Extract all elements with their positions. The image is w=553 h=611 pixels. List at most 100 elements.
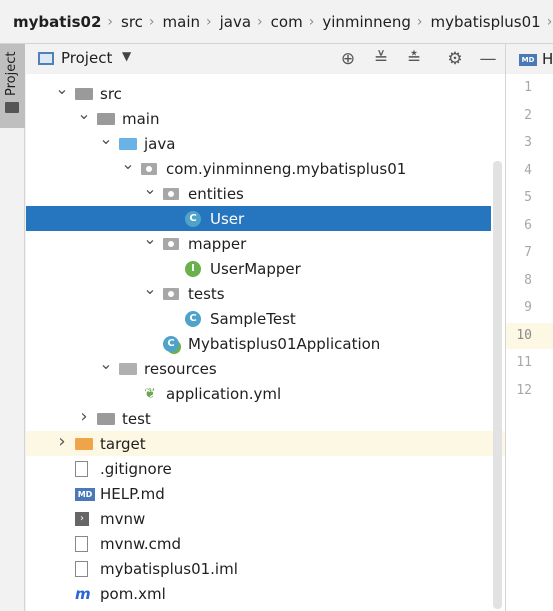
tree-row[interactable]: mybatisplus01.iml <box>26 556 491 581</box>
chevron-down-icon[interactable]: ⌄ <box>55 79 69 98</box>
tree-row[interactable]: ⌄ resources <box>26 354 491 381</box>
project-panel: Project ▼ ⊕ ≚ ≛ ⚙ — ⌄ src ⌄ main ⌄ java ⌄ com.y… <box>26 44 505 611</box>
tree-row[interactable]: C User <box>26 206 491 231</box>
resources-folder-icon <box>119 363 137 375</box>
chevron-down-icon[interactable]: ▼ <box>122 49 131 63</box>
expand-all-icon[interactable]: ≚ <box>370 48 392 70</box>
tree-item-label: HELP.md <box>100 484 165 503</box>
tree-row[interactable]: ❦ application.yml <box>26 381 491 406</box>
tree-item-label: mapper <box>188 234 247 253</box>
package-icon <box>163 288 179 300</box>
tree-row[interactable]: › test <box>26 406 491 431</box>
chevron-right-icon: › <box>257 13 263 30</box>
chevron-down-icon[interactable]: ⌄ <box>121 154 135 173</box>
hide-icon[interactable]: — <box>477 48 499 70</box>
folder-icon <box>97 413 115 425</box>
chevron-right-icon: › <box>308 13 315 30</box>
tree-row[interactable]: C Mybatisplus01Application <box>26 331 491 356</box>
line-number: 5 <box>524 190 532 205</box>
chevron-right-icon[interactable]: › <box>77 406 91 427</box>
folder-icon <box>97 113 115 125</box>
folder-icon <box>5 102 19 113</box>
file-icon <box>75 536 88 552</box>
chevron-right-icon: › <box>148 13 155 30</box>
tree-item-label: User <box>210 209 245 228</box>
tree-row[interactable]: ⌄ src <box>26 79 491 106</box>
left-tool-stripe: Project <box>0 44 25 611</box>
project-window-icon <box>38 52 54 65</box>
tree-item-label: .gitignore <box>100 459 172 478</box>
breadcrumb-item[interactable]: mybatisplus01 <box>431 13 541 31</box>
tree-item-label: main <box>122 109 160 128</box>
chevron-right-icon[interactable]: › <box>55 431 69 452</box>
tree-row[interactable]: ⌄ java <box>26 129 491 156</box>
tree-row[interactable]: ⌄ main <box>26 104 491 131</box>
spring-boot-class-icon: C <box>163 336 179 352</box>
collapse-all-icon[interactable]: ≛ <box>403 48 425 70</box>
package-icon <box>163 188 179 200</box>
package-icon <box>163 238 179 250</box>
tree-item-label: com.yinminneng.mybatisplus01 <box>166 159 407 178</box>
tree-item-label: src <box>100 84 122 103</box>
tree-item-label: mvnw.cmd <box>100 534 182 553</box>
chevron-down-icon[interactable]: ⌄ <box>99 129 113 148</box>
line-number: 8 <box>524 272 532 288</box>
tree-item-label: mybatisplus01.iml <box>100 559 238 578</box>
tree-row[interactable]: › mvnw <box>26 506 491 531</box>
project-view-selector[interactable]: Project <box>61 49 112 67</box>
line-number: 3 <box>524 135 532 150</box>
chevron-right-icon: › <box>546 13 553 30</box>
tree-row[interactable]: ⌄ mapper <box>26 229 491 256</box>
breadcrumb-item[interactable]: mybatis02 <box>13 13 101 31</box>
folder-icon <box>75 88 93 100</box>
markdown-file-icon: MD <box>75 488 95 501</box>
tree-item-label: pom.xml <box>100 584 166 603</box>
tree-row[interactable]: MD HELP.md <box>26 481 491 506</box>
tree-row[interactable]: C SampleTest <box>26 306 491 331</box>
line-number: 11 <box>516 355 532 370</box>
tree-row[interactable]: ⌄ entities <box>26 179 491 206</box>
breadcrumb-item[interactable]: yinminneng <box>322 13 411 31</box>
breadcrumb: mybatis02 › src › main › java › com › yinminneng › m… <box>0 0 553 44</box>
gear-icon[interactable]: ⚙ <box>444 48 466 70</box>
package-icon <box>141 163 157 175</box>
tree-row[interactable]: ⌄ com.yinminneng.mybatisplus01 <box>26 154 491 181</box>
line-number: 7 <box>524 245 532 260</box>
project-tool-tab[interactable]: Project <box>0 44 25 128</box>
excluded-folder-icon <box>75 438 93 450</box>
tree-row[interactable]: mvnw.cmd <box>26 531 491 556</box>
tree-item-label: SampleTest <box>210 309 296 328</box>
tree-row[interactable]: m pom.xml <box>26 581 491 606</box>
tree-row[interactable]: I UserMapper <box>26 256 491 281</box>
tree-item-label: Mybatisplus01Application <box>188 334 381 353</box>
tree-item-label: test <box>122 409 151 428</box>
yaml-file-icon: ❦ <box>144 386 156 402</box>
chevron-down-icon[interactable]: ⌄ <box>99 354 113 373</box>
breadcrumb-item[interactable]: com <box>271 13 303 31</box>
chevron-down-icon[interactable]: ⌄ <box>143 229 157 248</box>
line-number: 9 <box>524 300 532 315</box>
chevron-down-icon[interactable]: ⌄ <box>143 279 157 298</box>
tree-item-label: mvnw <box>100 509 146 528</box>
breadcrumb-item[interactable]: java <box>220 13 251 31</box>
breadcrumb-item[interactable]: main <box>163 13 200 31</box>
terminal-icon: › <box>75 512 89 526</box>
locate-icon[interactable]: ⊕ <box>337 48 359 70</box>
editor-gutter: 1 2 3 4 5 6 7 8 9 10 11 12 <box>505 74 553 611</box>
chevron-right-icon: › <box>107 13 113 30</box>
chevron-right-icon: › <box>416 13 423 30</box>
editor-tab-bar: MD H <box>505 44 553 74</box>
tree-row[interactable]: › target <box>26 431 505 456</box>
chevron-down-icon[interactable]: ⌄ <box>143 179 157 198</box>
breadcrumb-item[interactable]: src <box>121 13 143 31</box>
markdown-file-icon: MD <box>519 54 537 66</box>
project-tool-tab-label: Project <box>4 51 19 97</box>
editor-tab-help-md[interactable]: H <box>542 50 553 68</box>
tree-row[interactable]: ⌄ tests <box>26 279 491 306</box>
line-number: 6 <box>524 217 532 233</box>
source-folder-icon <box>119 138 137 150</box>
chevron-down-icon[interactable]: ⌄ <box>77 104 91 123</box>
vertical-scrollbar[interactable] <box>493 161 502 609</box>
tree-row[interactable]: .gitignore <box>26 456 491 481</box>
class-icon: C <box>185 311 201 327</box>
